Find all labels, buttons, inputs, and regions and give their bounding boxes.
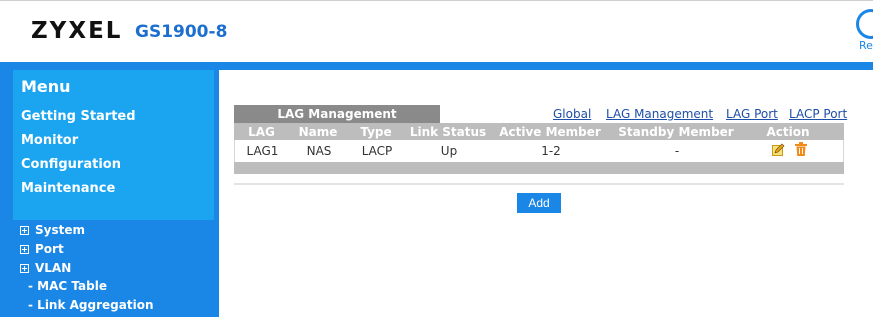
menu-item-maintenance[interactable]: Maintenance <box>21 181 115 196</box>
menu-panel: Menu Getting Started Monitor Configurati… <box>13 70 214 220</box>
tree-item-label: System <box>35 223 85 237</box>
menu-item-configuration[interactable]: Configuration <box>21 157 121 172</box>
table-row: LAG1 NAS LACP Up 1-2 - <box>234 140 844 162</box>
column-header: Active Member <box>499 125 601 139</box>
cell-link-status: Up <box>440 144 458 158</box>
restart-label[interactable]: Re <box>859 39 873 52</box>
link-lag-management[interactable]: LAG Management <box>606 107 713 121</box>
sub-item-label: MAC Table <box>37 279 107 293</box>
trash-icon[interactable] <box>795 142 807 156</box>
menu-item-monitor[interactable]: Monitor <box>21 133 78 148</box>
model-name: GS1900-8 <box>135 22 228 42</box>
section-title: LAG Management <box>234 105 440 123</box>
top-bar: ZYXEL GS1900-8 Re <box>0 0 873 62</box>
tree-item-label: Port <box>35 242 64 256</box>
column-header: Name <box>298 125 338 139</box>
expand-icon[interactable] <box>20 263 29 273</box>
cell-standby-member: - <box>674 144 680 158</box>
restart-icon[interactable] <box>856 9 873 39</box>
table-header: LAG Name Type Link Status Active Member … <box>234 123 844 140</box>
column-header: Action <box>766 125 810 139</box>
expand-icon[interactable] <box>20 244 29 254</box>
bullet-icon: - <box>28 279 38 293</box>
menu-item-getting-started[interactable]: Getting Started <box>21 109 136 124</box>
sub-item-label: Link Aggregation <box>37 298 154 312</box>
link-global[interactable]: Global <box>553 107 591 121</box>
cell-name: NAS <box>306 144 332 158</box>
sub-item-mac-table[interactable]: - MAC Table <box>28 279 107 293</box>
column-header: Type <box>360 125 392 139</box>
sub-item-link-aggregation[interactable]: - Link Aggregation <box>28 298 153 312</box>
bullet-icon: - <box>28 298 38 312</box>
tree-item-vlan[interactable]: VLAN <box>20 261 71 275</box>
divider <box>234 183 844 185</box>
cell-active-member: 1-2 <box>541 144 561 158</box>
cell-lag: LAG1 <box>246 144 279 158</box>
edit-icon[interactable] <box>772 143 785 156</box>
link-lag-port[interactable]: LAG Port <box>726 107 778 121</box>
main-content: LAG Management Global LAG Management LAG… <box>219 70 873 317</box>
table-footer <box>234 162 844 174</box>
expand-icon[interactable] <box>20 225 29 235</box>
header-divider <box>0 62 873 70</box>
tree-item-label: VLAN <box>35 261 72 275</box>
tree-item-port[interactable]: Port <box>20 242 64 256</box>
link-lacp-port[interactable]: LACP Port <box>789 107 847 121</box>
add-button[interactable]: Add <box>517 193 561 213</box>
cell-type: LACP <box>361 144 393 158</box>
sidebar: Menu Getting Started Monitor Configurati… <box>0 70 219 317</box>
column-header: LAG <box>248 125 275 139</box>
tree-item-system[interactable]: System <box>20 223 85 237</box>
menu-title: Menu <box>21 77 71 96</box>
brand-logo: ZYXEL <box>31 18 123 44</box>
column-header: Standby Member <box>618 125 734 139</box>
column-header: Link Status <box>409 125 487 139</box>
